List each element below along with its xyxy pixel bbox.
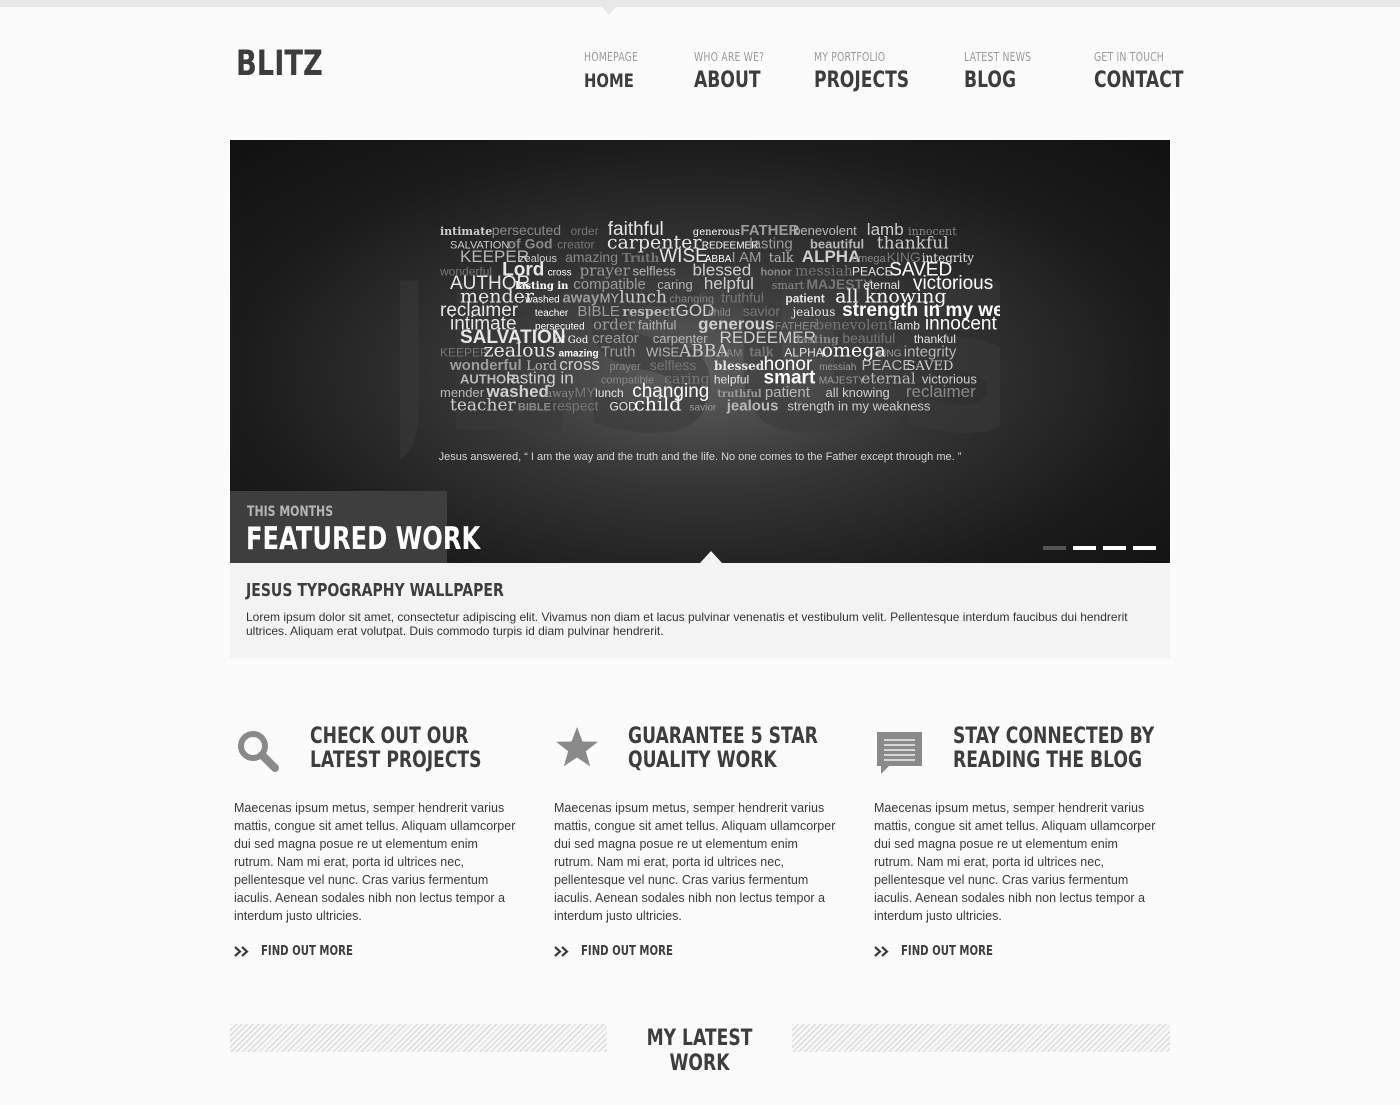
feature-text: Maecenas ipsum metus, semper hendrerit v… bbox=[554, 801, 836, 923]
nav-label: HOME bbox=[584, 70, 634, 92]
word-cloud-word: lamb bbox=[894, 319, 920, 333]
nav-label: CONTACT bbox=[1094, 68, 1184, 93]
slider-dot[interactable] bbox=[1043, 546, 1066, 550]
word-cloud-word: patient bbox=[785, 292, 824, 306]
slider-pagination bbox=[1043, 546, 1156, 550]
word-cloud-word: strength in my weakness bbox=[787, 399, 931, 414]
featured-slider[interactable]: JESUSintimatepersecutedorderfaithfulgene… bbox=[230, 140, 1170, 563]
caption-title: JESUS TYPOGRAPHY WALLPAPER bbox=[246, 580, 504, 601]
caption-pointer bbox=[700, 551, 722, 563]
word-cloud-word: Truth bbox=[601, 344, 635, 361]
latest-work-heading: MY LATEST WORK bbox=[607, 1026, 792, 1076]
feature-heading: STAY CONNECTED BY READING THE BLOG bbox=[953, 724, 1155, 773]
word-cloud-word: GOD bbox=[609, 400, 637, 414]
word-cloud-word: helpful bbox=[714, 373, 749, 387]
bible-quote-text: Jesus answered, “ I am the way and the t… bbox=[438, 451, 962, 463]
word-cloud-word: intimate bbox=[440, 225, 492, 238]
nav-item-projects[interactable]: MY PORTFOLIO PROJECTS bbox=[814, 50, 936, 93]
word-cloud-word: cross bbox=[548, 268, 572, 279]
double-chevron-right-icon bbox=[874, 946, 889, 957]
search-icon bbox=[238, 731, 279, 772]
nav-label: ABOUT bbox=[694, 68, 761, 93]
word-cloud-word: lunch bbox=[595, 386, 624, 400]
top-bar bbox=[0, 0, 1400, 7]
find-out-more-label: FIND OUT MORE bbox=[901, 944, 993, 959]
double-chevron-right-icon bbox=[554, 946, 569, 957]
word-cloud-word: omega bbox=[852, 253, 887, 265]
word-cloud-word: honor bbox=[760, 267, 792, 279]
word-cloud-word: order bbox=[571, 224, 599, 238]
featured-subtitle: THIS MONTHS bbox=[247, 504, 334, 520]
caption-text: Lorem ipsum dolor sit amet, consectetur … bbox=[246, 610, 1128, 638]
nav-subtitle: MY PORTFOLIO bbox=[814, 50, 886, 64]
nav-subtitle: LATEST NEWS bbox=[964, 50, 1032, 64]
word-cloud-word: washed bbox=[524, 295, 559, 306]
slide-caption: JESUS TYPOGRAPHY WALLPAPER Lorem ipsum d… bbox=[230, 563, 1170, 658]
section-divider-left bbox=[230, 1024, 607, 1052]
word-cloud-word: teacher bbox=[450, 396, 517, 416]
jesus-word-cloud-image: JESUSintimatepersecutedorderfaithfulgene… bbox=[400, 219, 1000, 479]
find-out-more-link[interactable]: FIND OUT MORE bbox=[554, 944, 699, 959]
word-cloud-word: teacher bbox=[535, 308, 569, 319]
nav-subtitle: HOMEPAGE bbox=[584, 50, 639, 64]
feature-heading: CHECK OUT OUR LATEST PROJECTS bbox=[310, 724, 482, 773]
featured-title: FEATURED WORK bbox=[246, 521, 481, 557]
word-cloud-word: blessed bbox=[714, 359, 765, 373]
word-cloud-word: prayer bbox=[609, 361, 641, 373]
bible-quote: Jesus answered, “ I am the way and the t… bbox=[230, 451, 1170, 463]
find-out-more-label: FIND OUT MORE bbox=[581, 944, 673, 959]
nav-item-contact[interactable]: GET IN TOUCH CONTACT bbox=[1094, 50, 1209, 93]
word-cloud-word: smart bbox=[772, 279, 805, 292]
word-cloud-word: BIBLE bbox=[518, 402, 551, 414]
featured-label-box: THIS MONTHS FEATURED WORK bbox=[230, 491, 480, 563]
word-cloud-word: talk bbox=[769, 251, 794, 266]
slider-dot[interactable] bbox=[1073, 546, 1096, 550]
slider-dot[interactable] bbox=[1103, 546, 1126, 550]
feature-text: Maecenas ipsum metus, semper hendrerit v… bbox=[234, 801, 516, 923]
word-cloud-word: respect bbox=[552, 398, 598, 414]
nav-subtitle: WHO ARE WE? bbox=[694, 50, 765, 64]
nav-subtitle: GET IN TOUCH bbox=[1094, 50, 1164, 64]
slider-dot[interactable] bbox=[1133, 546, 1156, 550]
find-out-more-link[interactable]: FIND OUT MORE bbox=[234, 944, 379, 959]
find-out-more-label: FIND OUT MORE bbox=[261, 944, 353, 959]
nav-item-about[interactable]: WHO ARE WE? ABOUT bbox=[694, 50, 784, 93]
star-icon bbox=[556, 727, 598, 767]
nav-item-blog[interactable]: LATEST NEWS BLOG bbox=[964, 50, 1050, 93]
top-bar-notch bbox=[602, 7, 616, 15]
feature-heading: GUARANTEE 5 STAR QUALITY WORK bbox=[628, 724, 818, 773]
latest-work-heading-text: MY LATEST WORK bbox=[646, 1026, 753, 1076]
find-out-more-link[interactable]: FIND OUT MORE bbox=[874, 944, 1019, 959]
double-chevron-right-icon bbox=[234, 946, 249, 957]
word-cloud-word: of God bbox=[555, 335, 589, 346]
word-cloud-word: jealous bbox=[726, 398, 779, 415]
chat-bubble-icon bbox=[877, 732, 922, 774]
word-cloud-word: I AM bbox=[720, 348, 742, 360]
feature-text: Maecenas ipsum metus, semper hendrerit v… bbox=[874, 801, 1156, 923]
nav-label: BLOG bbox=[964, 68, 1017, 93]
word-cloud-word: messiah bbox=[819, 362, 856, 373]
nav-label: PROJECTS bbox=[814, 68, 910, 93]
word-cloud-word: savior bbox=[690, 403, 717, 414]
word-cloud-word: child bbox=[634, 394, 681, 416]
section-divider-right bbox=[792, 1024, 1170, 1052]
site-logo[interactable]: BLITZ bbox=[236, 44, 323, 84]
nav-item-home[interactable]: HOMEPAGE HOME bbox=[584, 50, 653, 92]
